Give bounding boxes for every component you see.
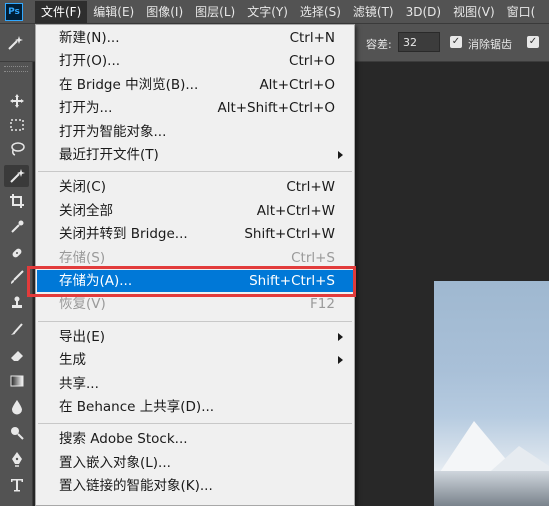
file-menu-item[interactable]: 新建(N)... Ctrl+N	[37, 27, 353, 49]
menu-item-label: 打开为智能对象...	[59, 123, 167, 140]
menu-item-label: 置入嵌入对象(L)...	[59, 454, 171, 471]
document-image[interactable]	[434, 281, 549, 506]
menu-item-shortcut: Shift+Ctrl+S	[249, 273, 335, 289]
menu-item-shortcut: Alt+Shift+Ctrl+O	[217, 100, 335, 117]
file-menu-item[interactable]: 关闭全部 Alt+Ctrl+W	[37, 200, 353, 222]
lasso-tool-icon[interactable]	[4, 138, 29, 160]
file-menu-item[interactable]: 最近打开文件(T)	[37, 144, 353, 166]
tolerance-label: 容差:	[366, 38, 392, 51]
menu-item-label: 打开为...	[59, 100, 113, 117]
menu-item-shortcut: Ctrl+O	[289, 53, 335, 70]
menu-item-label: 存储(S)	[59, 249, 106, 266]
file-menu-item[interactable]: 关闭并转到 Bridge... Shift+Ctrl+W	[37, 223, 353, 245]
magic-wand-tool-icon[interactable]	[4, 165, 29, 187]
file-menu-item[interactable]: 打开(O)... Ctrl+O	[37, 50, 353, 72]
menu-item-5[interactable]: 选择(S)	[294, 1, 347, 23]
pen-tool-icon[interactable]	[4, 448, 29, 470]
menu-item-label: 关闭全部	[59, 202, 113, 219]
eraser-tool-icon[interactable]	[4, 344, 29, 366]
antialias-checkbox[interactable]: ✓	[450, 36, 462, 48]
panel-grip[interactable]	[4, 66, 28, 72]
submenu-arrow-icon	[338, 151, 343, 159]
file-menu-dropdown: 新建(N)... Ctrl+N 打开(O)... Ctrl+O 在 Bridge 中浏览…	[35, 24, 355, 506]
menu-item-shortcut: Shift+Ctrl+W	[244, 226, 335, 243]
menu-item-shortcut: Ctrl+W	[286, 179, 335, 196]
file-menu-item: 存储(S) Ctrl+S	[37, 247, 353, 269]
type-tool-icon[interactable]	[4, 474, 29, 496]
move-tool-icon[interactable]	[4, 90, 29, 112]
menu-item-label: 生成	[59, 352, 86, 369]
menu-item-4[interactable]: 文字(Y)	[241, 1, 294, 23]
file-menu-item[interactable]: 打开为智能对象...	[37, 121, 353, 143]
menu-item-label: 导出(E)	[59, 328, 106, 345]
menu-item-3[interactable]: 图层(L)	[189, 1, 241, 23]
menu-item-8[interactable]: 视图(V)	[447, 1, 501, 23]
menu-item-label: 关闭(C)	[59, 179, 106, 196]
menu-separator	[38, 423, 352, 425]
magic-wand-icon[interactable]	[6, 35, 24, 51]
menu-item-shortcut: Ctrl+N	[289, 30, 335, 46]
file-menu-item: 恢复(V) F12	[37, 293, 353, 315]
marquee-tool-icon[interactable]	[4, 114, 29, 136]
menu-item-label: 置入链接的智能对象(K)...	[59, 478, 213, 495]
menu-item-6[interactable]: 滤镜(T)	[347, 1, 400, 23]
menu-item-0[interactable]: 文件(F)	[35, 0, 88, 23]
menu-item-shortcut: Ctrl+S	[291, 249, 335, 266]
history-brush-tool-icon[interactable]	[4, 318, 29, 340]
menu-item-label: 在 Behance 上共享(D)...	[59, 399, 215, 415]
file-menu-item[interactable]: 置入链接的智能对象(K)...	[37, 475, 353, 497]
menu-item-label: 恢复(V)	[59, 296, 106, 313]
menu-separator	[38, 320, 352, 322]
file-menu-item[interactable]: 搜索 Adobe Stock...	[37, 428, 353, 450]
submenu-arrow-icon	[338, 356, 343, 365]
file-menu-item[interactable]: 共享...	[37, 373, 353, 395]
menu-item-shortcut: Alt+Ctrl+W	[256, 202, 335, 219]
menu-item-label: 搜索 Adobe Stock...	[59, 431, 188, 448]
blur-tool-icon[interactable]	[4, 396, 29, 418]
healing-brush-tool-icon[interactable]	[4, 242, 29, 264]
menu-bar: Ps 文件(F) 编辑(E) 图像(I) 图层(L) 文字(Y) 选择(S) 滤镜(T) 3D…	[0, 0, 549, 24]
menu-item-shortcut: Alt+Ctrl+O	[259, 76, 335, 93]
menu-item-shortcut: F12	[310, 296, 335, 313]
menu-item-2[interactable]: 图像(I)	[140, 1, 189, 23]
menu-item-label: 打开(O)...	[59, 53, 121, 70]
menu-item-1[interactable]: 编辑(E)	[87, 1, 140, 23]
menu-item-label: 在 Bridge 中浏览(B)...	[59, 76, 199, 93]
crop-tool-icon[interactable]	[4, 190, 29, 212]
file-menu-item[interactable]: 关闭(C) Ctrl+W	[37, 176, 353, 198]
menu-item-label: 存储为(A)...	[59, 273, 133, 289]
menu-bar-items: 文件(F) 编辑(E) 图像(I) 图层(L) 文字(Y) 选择(S) 滤镜(T) 3D(D)…	[35, 0, 542, 23]
menu-item-label: 新建(N)...	[59, 30, 120, 46]
file-menu-item[interactable]: 在 Behance 上共享(D)...	[37, 396, 353, 418]
file-menu-item[interactable]: 生成	[37, 349, 353, 371]
menu-item-7[interactable]: 3D(D)	[400, 1, 447, 23]
submenu-arrow-icon	[338, 332, 343, 341]
contiguous-checkbox[interactable]: ✓	[527, 36, 539, 48]
file-menu-item[interactable]: 在 Bridge 中浏览(B)... Alt+Ctrl+O	[37, 74, 353, 96]
menu-item-label: 最近打开文件(T)	[59, 147, 159, 163]
menu-item-9[interactable]: 窗口(	[501, 1, 542, 23]
tools-panel	[0, 62, 33, 506]
tolerance-input[interactable]: 32	[398, 32, 440, 52]
menu-separator	[38, 171, 352, 173]
antialias-label: 消除锯齿	[468, 38, 512, 51]
file-menu-item[interactable]: 打开为... Alt+Shift+Ctrl+O	[37, 97, 353, 119]
menu-item-label: 共享...	[59, 375, 99, 392]
rocky-foreground	[434, 471, 549, 506]
file-menu-item[interactable]: 存储为(A)... Shift+Ctrl+S	[37, 270, 353, 292]
file-menu-item[interactable]: 导出(E)	[37, 326, 353, 348]
photoshop-logo[interactable]: Ps	[5, 2, 23, 21]
file-menu-item[interactable]: 置入嵌入对象(L)...	[37, 452, 353, 474]
menu-item-label: 关闭并转到 Bridge...	[59, 226, 188, 243]
gradient-tool-icon[interactable]	[4, 370, 29, 392]
logo-text: Ps	[8, 6, 20, 17]
eyedropper-tool-icon[interactable]	[4, 216, 29, 238]
clone-stamp-tool-icon[interactable]	[4, 292, 29, 314]
dodge-tool-icon[interactable]	[4, 422, 29, 444]
brush-tool-icon[interactable]	[4, 266, 29, 288]
